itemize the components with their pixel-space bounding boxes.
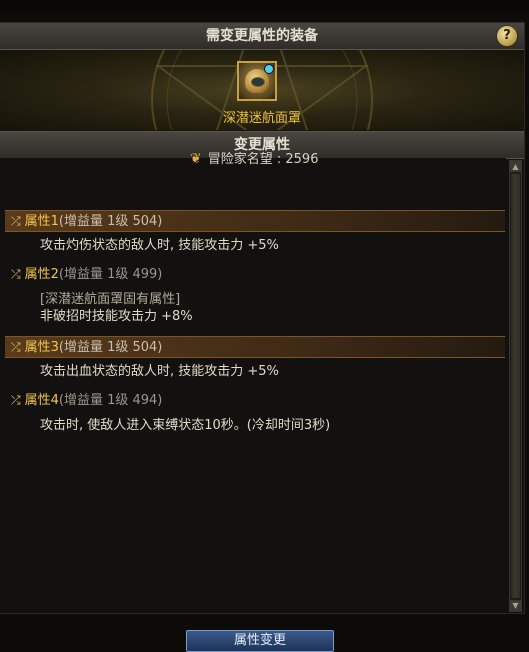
attribute-meta: (增益量 1级 504)	[58, 214, 163, 229]
attribute-effect: 非破招时技能攻击力 +8%	[40, 309, 193, 324]
helmet-icon[interactable]	[237, 61, 277, 101]
attribute-effect: 攻击时, 使敌人进入束缚状态10秒。(冷却时间3秒)	[40, 418, 331, 433]
attribute-row-2[interactable]: ⤮ 属性2(增益量 1级 499)	[5, 264, 505, 284]
scroll-down-icon[interactable]: ▼	[510, 600, 521, 611]
fame-display: ❦ 冒险家名望 : 2596	[190, 148, 318, 167]
attribute-row-3[interactable]: ⤮ 属性3(增益量 1级 504)	[5, 336, 505, 358]
scroll-up-icon[interactable]: ▲	[510, 161, 521, 172]
change-attribute-button[interactable]: 属性变更	[186, 630, 334, 652]
attribute-label: 属性2	[24, 267, 59, 282]
equipment-name: 深潜迷航面罩	[222, 111, 301, 126]
attribute-meta: (增益量 1级 504)	[58, 340, 163, 355]
attribute-label: 属性4	[24, 393, 59, 408]
panel-title-text: 需变更属性的装备	[206, 28, 318, 44]
gem-icon	[264, 64, 274, 74]
fame-text: 冒险家名望 : 2596	[207, 152, 319, 167]
attribute-meta: (增益量 1级 494)	[58, 393, 163, 408]
attribute-meta: (增益量 1级 499)	[58, 267, 163, 282]
top-strip-text: · · · · · · · ·	[180, 0, 252, 6]
attribute-row-1[interactable]: ⤮ 属性1(增益量 1级 504)	[5, 210, 505, 232]
equipment-display: 深潜迷航面罩	[0, 50, 524, 130]
shuffle-icon: ⤮	[11, 214, 21, 228]
shuffle-icon: ⤮	[11, 393, 21, 407]
attribute-effect: 攻击灼伤状态的敌人时, 技能攻击力 +5%	[40, 238, 279, 253]
scroll-thumb[interactable]	[511, 174, 520, 598]
shuffle-icon: ⤮	[11, 340, 21, 354]
scrollbar[interactable]: ▲ ▼	[509, 160, 522, 612]
top-strip: · · · · · · · ·	[0, 0, 529, 22]
helmet-visor	[251, 77, 265, 87]
fame-emblem-icon: ❦	[190, 151, 202, 167]
help-button[interactable]: ?	[496, 25, 518, 47]
attribute-label: 属性3	[24, 340, 59, 355]
attribute-effect: 攻击出血状态的敌人时, 技能攻击力 +5%	[40, 364, 279, 379]
attribute-label: 属性1	[24, 214, 59, 229]
attribute-row-4[interactable]: ⤮ 属性4(增益量 1级 494)	[5, 390, 505, 410]
shuffle-icon: ⤮	[11, 267, 21, 281]
panel-title: 需变更属性的装备	[0, 23, 524, 50]
